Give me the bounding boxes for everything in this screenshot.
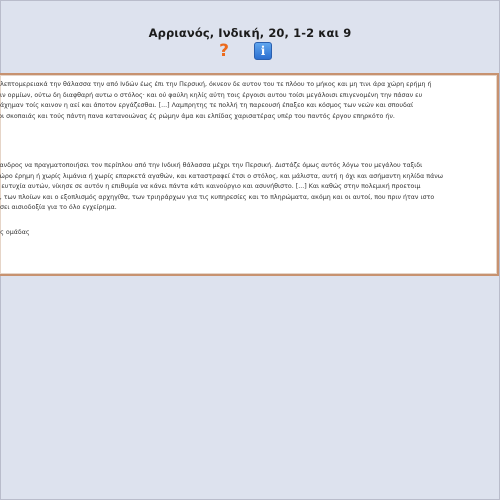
text-line: ιοι σκοπαιάς και τούς πάντη πανα κατανοι… (0, 112, 395, 120)
text-line: χώρο έρημη ή χωρίς λιμάνια ή χωρίς επαρκ… (0, 172, 444, 180)
source-reference: ας ομάδας (0, 228, 30, 236)
text-line: ξανδρος να πραγματοποιήσει τον περίπλου … (0, 161, 423, 169)
text-line: ηιν ορμίων, ούτω δη διαφθαρή αυτω ο στόλ… (0, 91, 423, 99)
help-icon[interactable]: ? (218, 42, 230, 60)
text-line: ς, των πλοίων και ο εξοπλισμός αρχηγίθα,… (0, 193, 435, 201)
page-header: Αρριανός, Ινδική, 20, 1-2 και 9 (0, 26, 500, 40)
source-text-box: ι λεπτομερειακά την θάλασσα την από Ινδώ… (0, 73, 499, 276)
source-text: ι λεπτομερειακά την θάλασσα την από Ινδώ… (0, 80, 497, 239)
text-line: ε ευτυχία αυτών, νίκησε σε αυτόν η επιθυ… (0, 183, 421, 191)
page-title: Αρριανός, Ινδική, 20, 1-2 και 9 (148, 26, 352, 40)
toolbar-icons: ? i (218, 42, 272, 60)
text-line: ησει αισιοδοξία για το όλο εγχείρημα. (0, 204, 117, 212)
info-icon[interactable]: i (254, 42, 272, 60)
text-line: μάχημαν τοίς καινον η αεί και άποτον εργ… (0, 102, 414, 110)
text-line: ι λεπτομερειακά την θάλασσα την από Ινδώ… (0, 81, 432, 88)
source-reference: 9 (0, 136, 497, 147)
